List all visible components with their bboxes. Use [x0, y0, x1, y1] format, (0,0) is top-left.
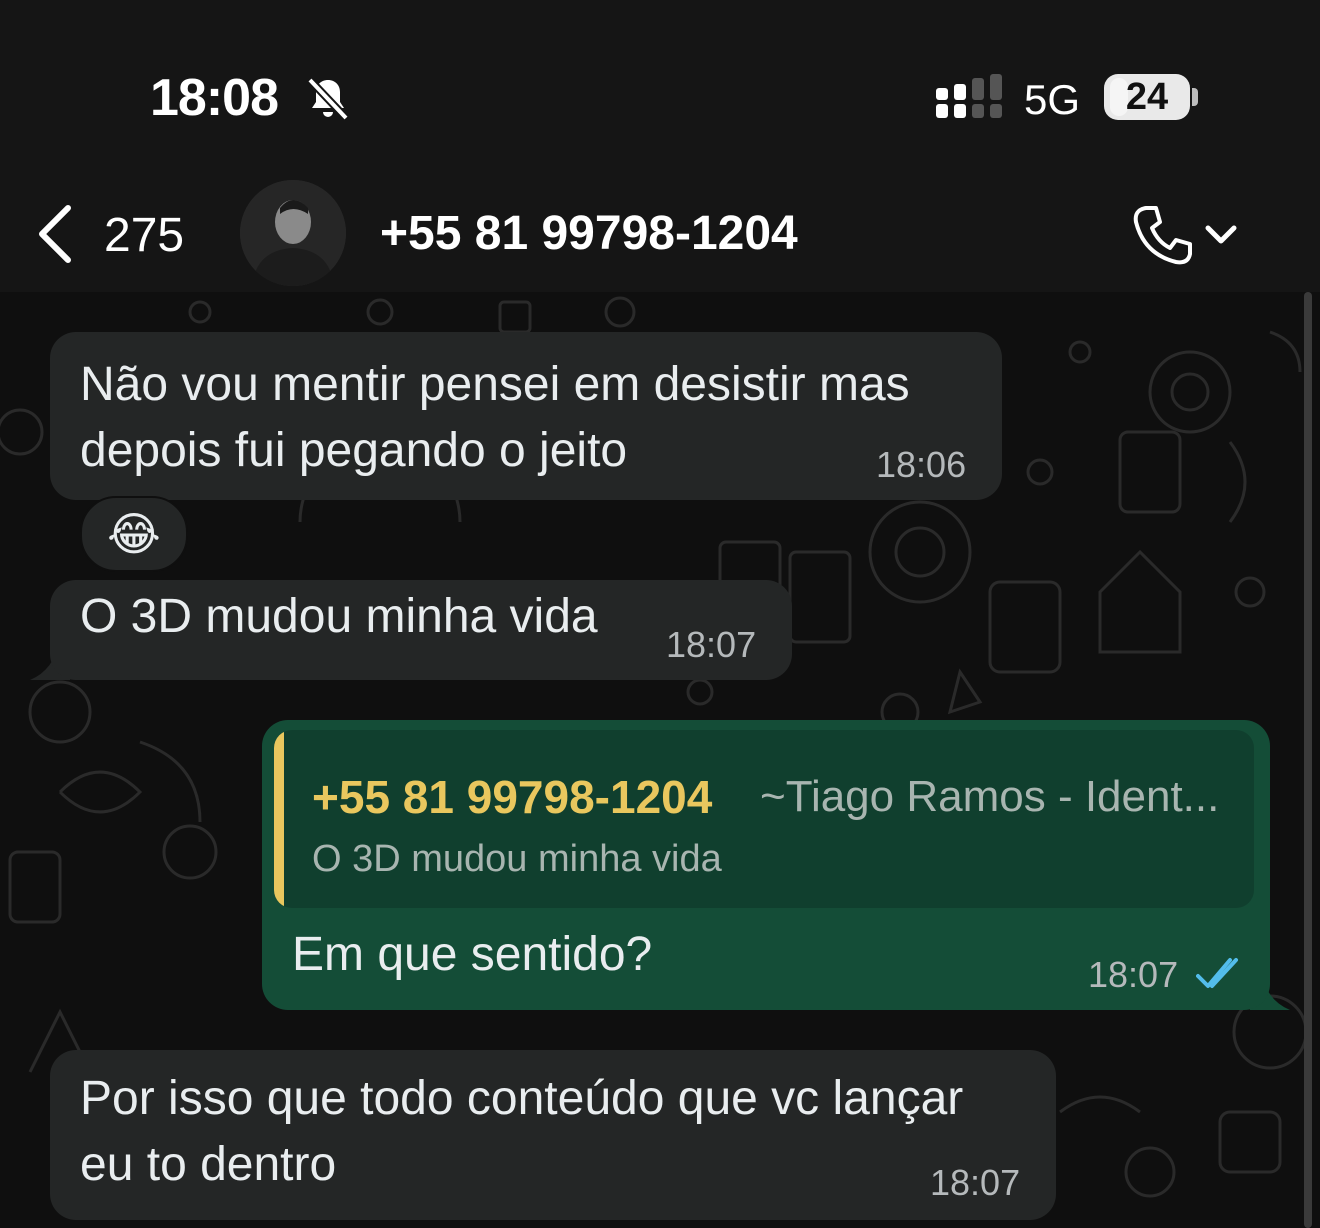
bell-slash-icon: [307, 77, 349, 121]
battery-percent: 24: [1125, 76, 1169, 118]
message-time: 18:07: [1088, 954, 1179, 995]
chat-area: Não vou mentir pensei em desistir mas de…: [0, 292, 1320, 1228]
battery-indicator: 24: [1104, 74, 1190, 120]
message-text: Por isso que todo conteúdo que vc lançar…: [80, 1072, 964, 1191]
message-time: 18:07: [666, 624, 757, 665]
chevron-down-icon[interactable]: [1204, 220, 1238, 250]
battery-nub: [1192, 88, 1198, 106]
scrollbar[interactable]: [1304, 292, 1312, 1228]
quoted-message[interactable]: +55 81 99798-1204 ~Tiago Ramos - Ident..…: [274, 730, 1254, 908]
avatar[interactable]: [240, 180, 346, 286]
contact-name[interactable]: +55 81 99798-1204: [380, 206, 798, 261]
status-bar: 18:08 5G 24: [0, 0, 1320, 170]
message-time: 18:06: [876, 444, 967, 485]
message-reaction[interactable]: 😂: [80, 496, 188, 572]
phone-icon[interactable]: [1130, 202, 1196, 268]
quote-sender: +55 81 99798-1204: [312, 771, 713, 823]
network-type: 5G: [1024, 76, 1081, 123]
message-time: 18:07: [930, 1162, 1021, 1203]
quote-text: O 3D mudou minha vida: [312, 838, 722, 880]
signal-icon: [936, 74, 1002, 118]
chat-header: 275 +55 81 99798-1204: [0, 170, 1320, 293]
message-text: Não vou mentir pensei em desistir mas de…: [80, 358, 910, 477]
message-bubble-incoming[interactable]: Por isso que todo conteúdo que vc lançar…: [50, 1050, 1056, 1220]
double-check-icon: [1196, 958, 1238, 988]
message-text: O 3D mudou minha vida: [80, 590, 598, 643]
chevron-left-icon[interactable]: [36, 204, 76, 264]
person-silhouette-icon: [240, 180, 346, 286]
message-bubble-incoming[interactable]: Não vou mentir pensei em desistir mas de…: [50, 332, 1002, 500]
message-bubble-outgoing[interactable]: +55 81 99798-1204 ~Tiago Ramos - Ident..…: [262, 720, 1270, 1010]
back-unread-count[interactable]: 275: [104, 208, 184, 263]
quote-alias: ~Tiago Ramos - Ident...: [760, 772, 1220, 821]
status-time: 18:08: [150, 69, 279, 127]
message-text: Em que sentido?: [292, 928, 653, 981]
message-bubble-incoming[interactable]: O 3D mudou minha vida 18:07: [50, 580, 792, 680]
quote-accent-bar: [274, 730, 284, 908]
